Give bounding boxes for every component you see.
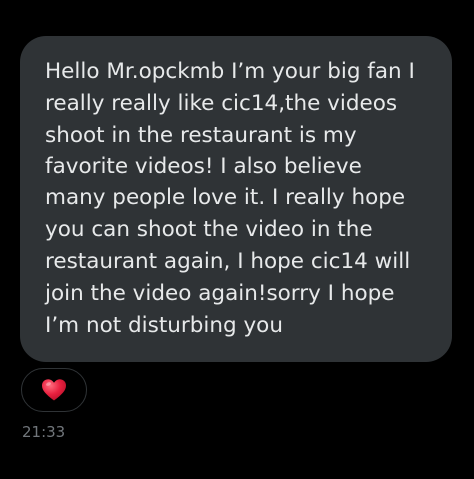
message-timestamp: 21:33 xyxy=(22,423,66,441)
message-line: join the video again!sorry I hope xyxy=(45,281,395,306)
dm-conversation-view: Hello Mr.opckmb I’m your big fan I reall… xyxy=(0,0,474,479)
message-line: Hello Mr.opckmb I’m your big fan I xyxy=(45,59,415,84)
reaction-pill[interactable] xyxy=(21,368,87,412)
message-line: you can shoot the video in the xyxy=(45,217,373,242)
message-line: really really like cic14,the videos xyxy=(45,91,398,116)
message-line: shoot in the restaurant is my xyxy=(45,123,357,148)
message-line: many people love it. I really hope xyxy=(45,185,406,210)
message-line: I’m not disturbing you xyxy=(45,313,283,338)
message-line: restaurant again, I hope cic14 will xyxy=(45,249,411,274)
red-heart-icon xyxy=(41,378,67,402)
message-line: favorite videos! I also believe xyxy=(45,154,362,179)
